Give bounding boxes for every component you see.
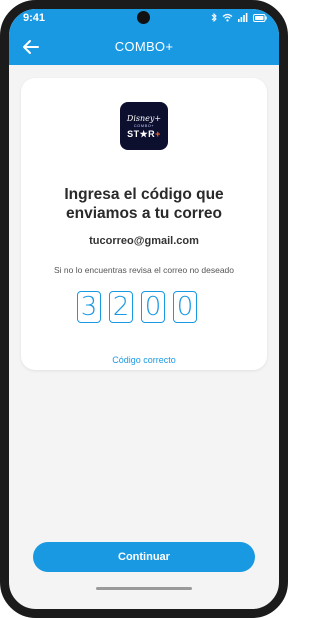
status-icons xyxy=(211,13,267,22)
page-title: Ingresa el código que enviamos a tu corr… xyxy=(31,185,257,223)
header-title: COMBO+ xyxy=(114,39,174,54)
status-bar: 9:41 xyxy=(9,9,279,29)
email-address: tucorreo@gmail.com xyxy=(89,235,199,247)
code-status-message: Código correcto xyxy=(112,355,176,365)
top-bar: 9:41 COMBO+ xyxy=(9,9,279,65)
phone-frame: 9:41 COMBO+ Disney+ COMBO+ ST★R+ Ingresa… xyxy=(0,0,288,618)
logo-line-star: ST★R+ xyxy=(127,129,161,139)
logo-star-plus: + xyxy=(155,128,161,139)
home-indicator xyxy=(96,587,192,590)
screen: 9:41 COMBO+ Disney+ COMBO+ ST★R+ Ingresa… xyxy=(9,9,279,609)
continue-button[interactable]: Continuar xyxy=(33,542,255,572)
code-digit-4[interactable]: 0 xyxy=(173,291,197,323)
signal-icon xyxy=(238,13,248,22)
status-time: 9:41 xyxy=(23,12,46,24)
app-logo: Disney+ COMBO+ ST★R+ xyxy=(120,102,168,150)
code-input-group: 3 2 0 0 xyxy=(77,291,197,323)
title-line-2: enviamos a tu correo xyxy=(66,205,222,222)
app-header: COMBO+ xyxy=(9,31,279,63)
code-digit-2[interactable]: 2 xyxy=(109,291,133,323)
logo-star-text: ST★R xyxy=(127,128,156,139)
wifi-icon xyxy=(222,13,233,22)
spam-hint: Si no lo encuentras revisa el correo no … xyxy=(53,265,235,275)
title-line-1: Ingresa el código que xyxy=(64,186,224,203)
camera-notch xyxy=(137,11,150,24)
logo-line-disney: Disney+ xyxy=(126,113,162,123)
bluetooth-icon xyxy=(211,13,217,22)
code-digit-3[interactable]: 0 xyxy=(141,291,165,323)
battery-icon xyxy=(253,13,267,22)
code-digit-1[interactable]: 3 xyxy=(77,291,101,323)
verification-card: Disney+ COMBO+ ST★R+ Ingresa el código q… xyxy=(21,78,267,370)
